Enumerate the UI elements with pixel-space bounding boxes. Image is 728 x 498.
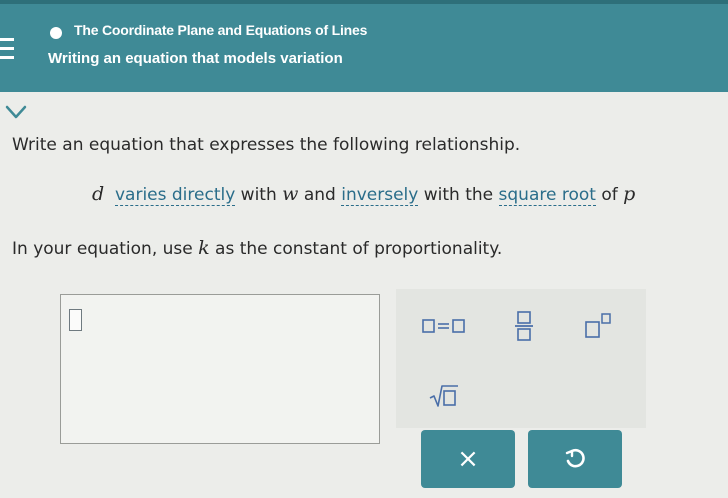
with-the-text: with the: [418, 185, 499, 205]
undo-icon: [565, 448, 585, 468]
term-varies-directly[interactable]: varies directly: [114, 185, 236, 206]
header-bar: The Coordinate Plane and Equations of Li…: [0, 0, 728, 92]
menu-icon[interactable]: [0, 38, 14, 62]
topic-title: The Coordinate Plane and Equations of Li…: [74, 22, 368, 38]
question-prompt: Write an equation that expresses the fol…: [12, 135, 521, 155]
clear-button[interactable]: ×: [421, 430, 515, 488]
of-text: of: [595, 185, 624, 205]
with-text: with: [235, 185, 283, 205]
term-inversely[interactable]: inversely: [341, 185, 419, 206]
variable-p: p: [623, 183, 636, 205]
header-top-line: [0, 0, 728, 4]
fraction-template-button[interactable]: [494, 307, 554, 345]
instruction-text: In your equation, use k as the constant …: [12, 237, 502, 259]
exponent-template-icon: [585, 313, 611, 338]
fraction-template-icon: [515, 311, 533, 341]
subtopic-title: Writing an equation that models variatio…: [48, 50, 343, 67]
relation-statement: d varies directly with w and inversely w…: [92, 183, 636, 206]
variable-k: k: [198, 237, 210, 259]
square-root-template-button[interactable]: [414, 377, 474, 415]
variable-w: w: [282, 183, 299, 205]
clear-icon: ×: [457, 444, 479, 474]
equals-template-icon: [422, 319, 465, 333]
status-dot-icon: [50, 27, 62, 39]
chevron-down-icon[interactable]: [4, 104, 28, 120]
instruction-before: In your equation, use: [12, 239, 199, 259]
answer-input[interactable]: [60, 294, 380, 444]
equals-template-button[interactable]: [414, 307, 474, 345]
variable-d: d: [92, 183, 105, 205]
undo-button[interactable]: [528, 430, 622, 488]
term-square-root[interactable]: square root: [498, 185, 596, 206]
and-text: and: [298, 185, 342, 205]
square-root-template-icon: [429, 385, 458, 407]
exponent-template-button[interactable]: [568, 307, 628, 345]
instruction-after: as the constant of proportionality.: [209, 239, 503, 259]
math-palette: [396, 289, 646, 428]
input-cursor-placeholder[interactable]: [69, 309, 82, 331]
